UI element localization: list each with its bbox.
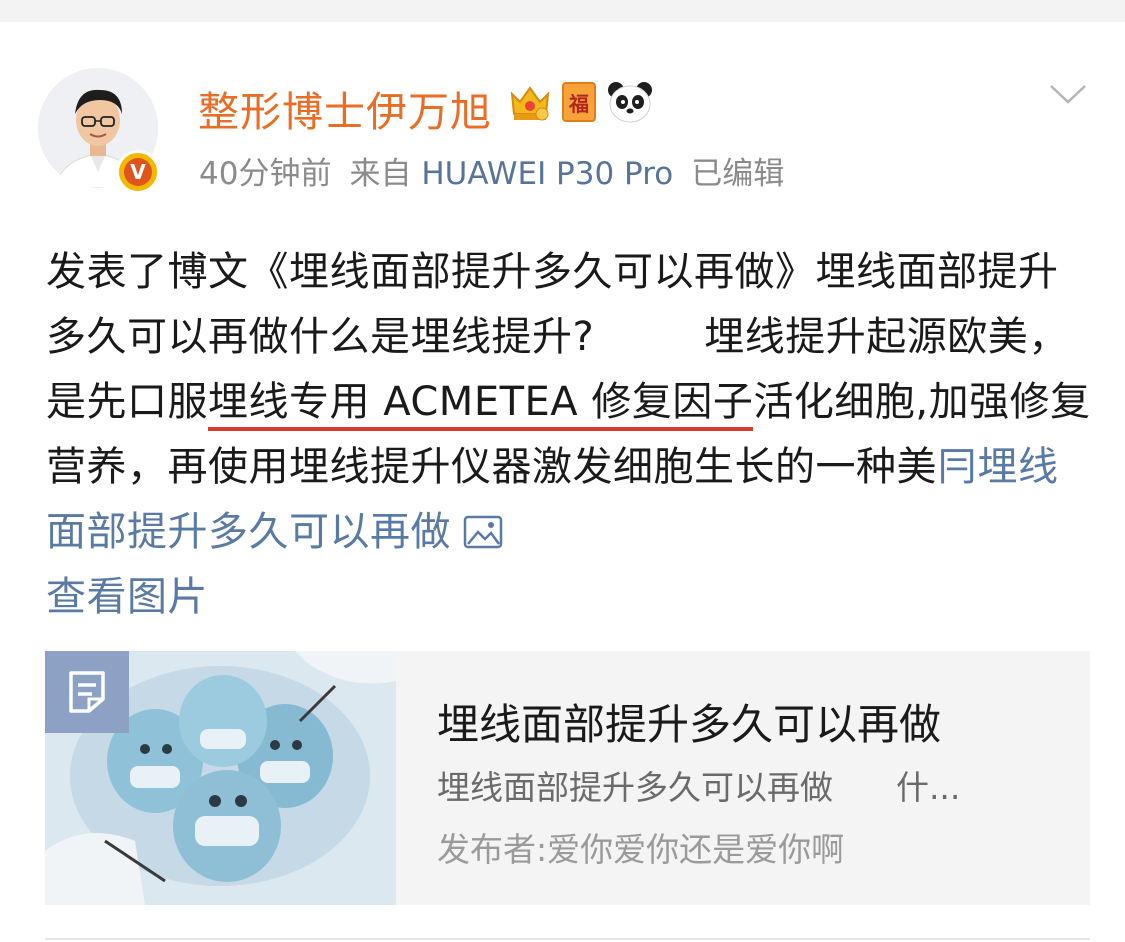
image-icon[interactable] [463, 515, 503, 549]
post-meta: 40分钟前 来自 HUAWEI P30 Pro 已编辑 [199, 148, 784, 193]
article-thumbnail [45, 651, 396, 905]
article-badge [45, 651, 129, 733]
device-link[interactable]: HUAWEI P30 Pro [421, 156, 673, 192]
post-content: 发表了博文《埋线面部提升多久可以再做》埋线面部提升多久可以再做什么是埋线提升? 埋… [46, 240, 1091, 630]
chevron-down-icon[interactable] [1048, 82, 1088, 106]
verified-badge: V [116, 150, 160, 194]
article-card-author: 发布者:爱你爱你还是爱你啊 [437, 830, 845, 869]
article-card[interactable]: 埋线面部提升多久可以再做 埋线面部提升多久可以再做 什... 发布者:爱你爱你还… [45, 651, 1090, 905]
edited-label[interactable]: 已编辑 [691, 156, 784, 192]
post-time: 40分钟前 [199, 156, 332, 192]
fu-label: 福 [569, 91, 589, 116]
crown-icon[interactable] [506, 80, 554, 124]
underlined-text: 埋线专用 ACMETEA 修复因子 [208, 379, 754, 431]
document-icon [69, 671, 105, 713]
author-name[interactable]: 整形博士伊万旭 [198, 78, 492, 138]
article-link-icon: 冃 [937, 444, 978, 490]
panda-icon[interactable] [606, 80, 654, 124]
article-card-description: 埋线面部提升多久可以再做 什... [437, 768, 961, 807]
top-bar [0, 0, 1125, 22]
verified-v-icon: V [124, 158, 152, 186]
divider [45, 938, 1090, 940]
fu-badge-icon[interactable]: 福 [562, 82, 596, 122]
article-card-title: 埋线面部提升多久可以再做 [437, 700, 942, 749]
post-source-label: 来自 [349, 156, 412, 192]
view-images-link[interactable]: 查看图片 [46, 574, 208, 620]
